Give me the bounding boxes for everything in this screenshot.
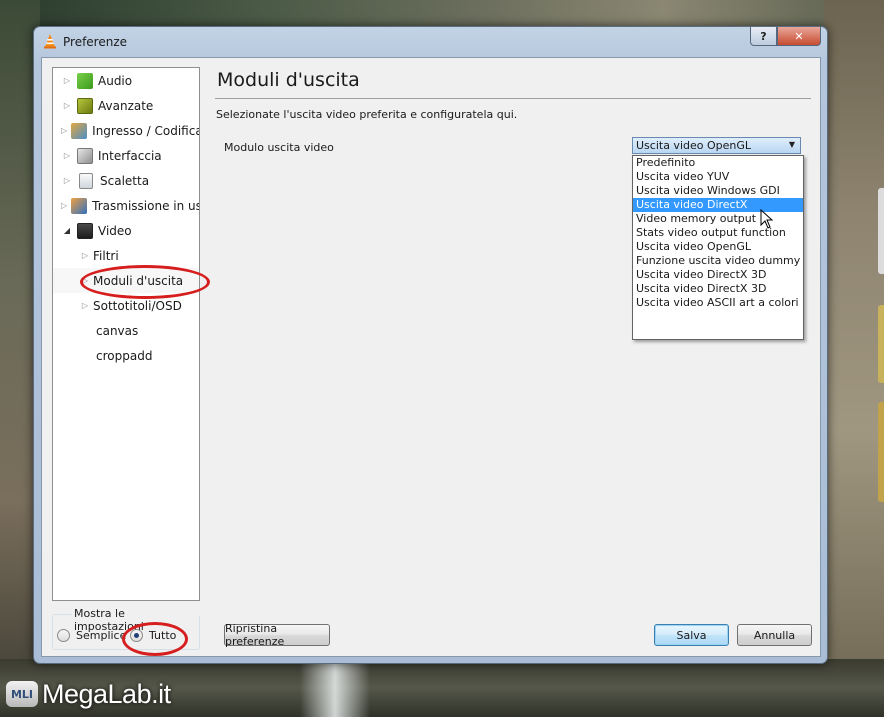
dropdown-option[interactable]: Uscita video OpenGL — [633, 240, 803, 254]
preferences-window: Preferenze ? ✕ ▷ Audio ▷ Avanzate ▷ Ingr… — [33, 26, 828, 664]
tree-item-filters[interactable]: ▷ Filtri — [53, 243, 199, 268]
radio-button-selected[interactable] — [130, 629, 143, 642]
video-output-dropdown[interactable]: Predefinito Uscita video YUV Uscita vide… — [632, 155, 804, 340]
window-controls: ? ✕ — [750, 27, 821, 46]
close-button[interactable]: ✕ — [777, 27, 821, 46]
tree-item-label: Moduli d'uscita — [93, 273, 184, 288]
tree-item-label: Sottotitoli/OSD — [93, 298, 182, 313]
settings-mode-group: Mostra le impostazioni Semplice Tutto — [52, 607, 200, 650]
tree-item-advanced[interactable]: ▷ Avanzate — [53, 93, 199, 118]
tree-item-label: Trasmissione in uscita — [92, 198, 199, 213]
tree-item-label: Video — [98, 223, 132, 238]
collapse-arrow-icon[interactable]: ◢ — [61, 226, 73, 235]
stream-output-icon — [71, 197, 88, 214]
dropdown-option[interactable]: Uscita video ASCII art a colori — [633, 296, 803, 310]
desktop-gadget-edge — [878, 305, 884, 383]
dropdown-option[interactable]: Stats video output function — [633, 226, 803, 240]
save-button[interactable]: Salva — [654, 624, 729, 646]
radio-button[interactable] — [57, 629, 70, 642]
video-output-select[interactable]: Uscita video OpenGL ▼ — [632, 137, 801, 154]
tree-item-label: canvas — [96, 323, 139, 338]
tree-item-label: Scaletta — [100, 173, 150, 188]
mouse-pointer-icon — [760, 209, 774, 229]
tree-item-input-codecs[interactable]: ▷ Ingresso / Codificatori — [53, 118, 199, 143]
interface-icon — [77, 147, 93, 164]
desktop-scenery-right — [824, 0, 884, 717]
radio-simple[interactable]: Semplice — [57, 629, 126, 642]
tree-item-label: Avanzate — [98, 98, 154, 113]
tree-item-croppadd[interactable]: croppadd — [53, 343, 199, 368]
video-output-label: Modulo uscita video — [224, 141, 334, 154]
chevron-down-icon[interactable]: ▼ — [789, 140, 795, 149]
radio-all[interactable]: Tutto — [130, 629, 176, 642]
window-title: Preferenze — [63, 35, 128, 49]
expand-arrow-icon[interactable]: ▷ — [61, 76, 73, 85]
tree-item-playlist[interactable]: ▷ Scaletta — [53, 168, 199, 193]
tree-item-label: Filtri — [93, 248, 119, 263]
desktop-gadget-edge — [878, 402, 884, 502]
help-button[interactable]: ? — [750, 27, 777, 46]
tree-item-output-modules[interactable]: ▷ Moduli d'uscita — [53, 268, 199, 293]
tree-item-video[interactable]: ◢ Video — [53, 218, 199, 243]
megalab-logo-text: MegaLab.it — [42, 678, 171, 709]
tree-item-stream-output[interactable]: ▷ Trasmissione in uscita — [53, 193, 199, 218]
tree-item-canvas[interactable]: canvas — [53, 318, 199, 343]
expand-arrow-icon[interactable]: ▷ — [79, 301, 91, 310]
expand-arrow-icon[interactable]: ▷ — [61, 201, 67, 210]
dropdown-option[interactable]: Predefinito — [633, 156, 803, 170]
cancel-button[interactable]: Annulla — [737, 624, 812, 646]
tree-item-audio[interactable]: ▷ Audio — [53, 68, 199, 93]
vlc-cone-icon — [44, 34, 56, 49]
dropdown-option[interactable]: Funzione uscita video dummy — [633, 254, 803, 268]
music-note-icon — [77, 72, 93, 89]
dropdown-option[interactable]: Uscita video DirectX 3D — [633, 268, 803, 282]
title-divider — [215, 98, 811, 99]
megalab-logo-icon: MLI — [6, 681, 38, 707]
expand-arrow-icon[interactable]: ▷ — [61, 176, 73, 185]
dropdown-option[interactable]: Uscita video Windows GDI — [633, 184, 803, 198]
desktop-gadget-edge — [878, 188, 884, 274]
expand-arrow-icon[interactable]: ▷ — [61, 101, 73, 110]
radio-label: Semplice — [76, 629, 127, 642]
window-client-area: ▷ Audio ▷ Avanzate ▷ Ingresso / Codifica… — [41, 57, 821, 657]
dropdown-option[interactable]: Video memory output — [633, 212, 803, 226]
film-strip-icon — [77, 222, 93, 239]
title-bar[interactable]: Preferenze ? ✕ — [34, 27, 827, 57]
tree-item-label: Ingresso / Codificatori — [92, 123, 199, 138]
dropdown-option[interactable]: Uscita video DirectX 3D — [633, 282, 803, 296]
tree-item-label: Audio — [98, 73, 133, 88]
tree-item-subtitles-osd[interactable]: ▷ Sottotitoli/OSD — [53, 293, 199, 318]
chip-icon — [77, 97, 93, 114]
tree-item-label: croppadd — [96, 348, 153, 363]
select-value: Uscita video OpenGL — [636, 139, 752, 152]
expand-arrow-icon[interactable]: ▷ — [79, 251, 91, 260]
dropdown-option-highlighted[interactable]: Uscita video DirectX — [633, 198, 803, 212]
expand-arrow-icon[interactable]: ▷ — [61, 151, 73, 160]
megalab-watermark: MLI MegaLab.it — [6, 676, 171, 712]
reset-preferences-button[interactable]: Ripristina preferenze — [224, 622, 330, 648]
page-title: Moduli d'uscita — [217, 69, 360, 91]
desktop-waterfall — [300, 659, 370, 717]
tree-item-interface[interactable]: ▷ Interfaccia — [53, 143, 199, 168]
page-description: Selezionate l'uscita video preferita e c… — [216, 108, 518, 121]
category-tree[interactable]: ▷ Audio ▷ Avanzate ▷ Ingresso / Codifica… — [52, 67, 200, 601]
expand-arrow-icon[interactable]: ▷ — [61, 126, 67, 135]
expand-arrow-icon[interactable]: ▷ — [79, 276, 91, 285]
dropdown-option[interactable]: Uscita video YUV — [633, 170, 803, 184]
radio-label: Tutto — [149, 629, 177, 642]
tree-item-label: Interfaccia — [98, 148, 162, 163]
input-codec-icon — [71, 122, 88, 139]
playlist-icon — [79, 172, 93, 189]
